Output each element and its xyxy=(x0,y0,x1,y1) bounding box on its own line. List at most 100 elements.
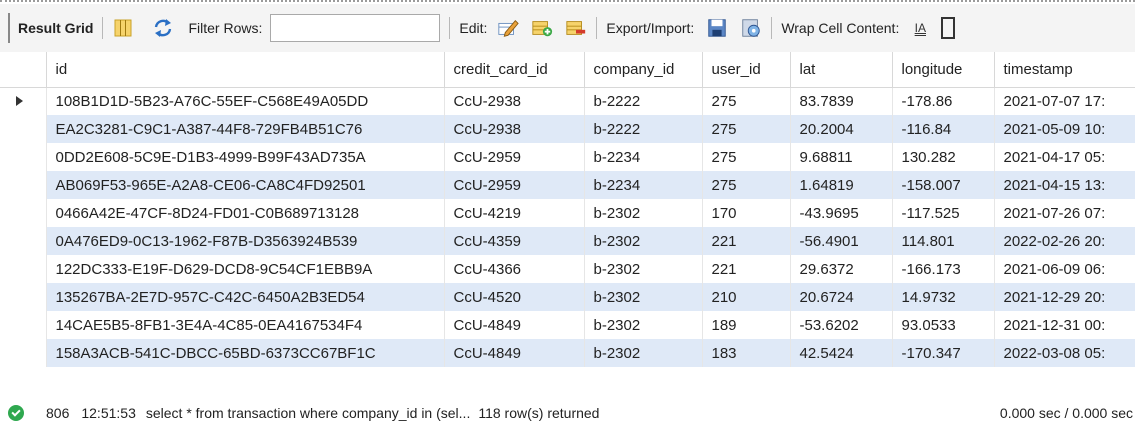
grid-layout-icon[interactable] xyxy=(112,17,134,39)
table-cell[interactable]: 275 xyxy=(702,115,791,143)
table-cell[interactable]: CcU-2938 xyxy=(444,87,585,115)
table-cell[interactable]: 20.6724 xyxy=(790,283,893,311)
table-cell[interactable]: b-2234 xyxy=(584,171,703,199)
table-cell[interactable]: b-2302 xyxy=(584,199,703,227)
table-cell[interactable]: -166.173 xyxy=(892,255,995,283)
row-marker[interactable] xyxy=(0,87,47,115)
table-cell[interactable]: 9.68811 xyxy=(790,143,893,171)
row-marker[interactable] xyxy=(0,199,47,227)
table-cell[interactable]: -158.007 xyxy=(892,171,995,199)
table-cell[interactable]: CcU-4366 xyxy=(444,255,585,283)
table-cell[interactable]: b-2302 xyxy=(584,255,703,283)
table-cell[interactable]: CcU-2938 xyxy=(444,115,585,143)
table-cell[interactable]: 2021-07-26 07: xyxy=(994,199,1135,227)
table-cell[interactable]: 221 xyxy=(702,255,791,283)
table-cell[interactable]: 275 xyxy=(702,143,791,171)
table-row[interactable]: 108B1D1D-5B23-A76C-55EF-C568E49A05DD CcU-… xyxy=(0,87,1135,115)
table-cell[interactable]: -43.9695 xyxy=(790,199,893,227)
table-cell[interactable]: b-2302 xyxy=(584,283,703,311)
column-header[interactable]: credit_card_id xyxy=(444,52,585,88)
table-cell[interactable]: CcU-2959 xyxy=(444,171,585,199)
table-cell[interactable]: 29.6372 xyxy=(790,255,893,283)
table-cell[interactable]: 189 xyxy=(702,311,791,339)
table-cell[interactable]: CcU-4849 xyxy=(444,311,585,339)
table-cell[interactable]: 0DD2E608-5C9E-D1B3-4999-B99F43AD735A xyxy=(46,143,445,171)
delete-row-icon[interactable] xyxy=(565,17,587,39)
table-cell[interactable]: CcU-4219 xyxy=(444,199,585,227)
row-marker[interactable] xyxy=(0,311,47,339)
table-cell[interactable]: AB069F53-965E-A2A8-CE06-CA8C4FD92501 xyxy=(46,171,445,199)
table-cell[interactable]: 2021-07-07 17: xyxy=(994,87,1135,115)
import-icon[interactable] xyxy=(740,17,762,39)
table-cell[interactable]: -53.6202 xyxy=(790,311,893,339)
table-cell[interactable]: 135267BA-2E7D-957C-C42C-6450A2B3ED54 xyxy=(46,283,445,311)
table-cell[interactable]: -178.86 xyxy=(892,87,995,115)
column-header[interactable]: timestamp xyxy=(994,52,1135,88)
row-marker[interactable] xyxy=(0,255,47,283)
table-cell[interactable]: 14CAE5B5-8FB1-3E4A-4C85-0EA4167534F4 xyxy=(46,311,445,339)
table-row[interactable]: 0DD2E608-5C9E-D1B3-4999-B99F43AD735A CcU-… xyxy=(0,143,1135,171)
query-action[interactable]: select * from transaction where company_… xyxy=(146,405,470,421)
result-grid-tab[interactable]: Result Grid xyxy=(18,20,93,36)
table-cell[interactable]: 158A3ACB-541C-DBCC-65BD-6373CC67BF1C xyxy=(46,339,445,367)
table-row[interactable]: AB069F53-965E-A2A8-CE06-CA8C4FD92501 CcU-… xyxy=(0,171,1135,199)
table-row[interactable]: 122DC333-E19F-D629-DCD8-9C54CF1EBB9A CcU-… xyxy=(0,255,1135,283)
table-cell[interactable]: 2021-06-09 06: xyxy=(994,255,1135,283)
edit-row-icon[interactable] xyxy=(497,17,520,39)
table-cell[interactable]: EA2C3281-C9C1-A387-44F8-729FB4B51C76 xyxy=(46,115,445,143)
table-cell[interactable]: b-2302 xyxy=(584,311,703,339)
table-cell[interactable]: -56.4901 xyxy=(790,227,893,255)
wrap-cell-icon[interactable]: IA xyxy=(911,17,929,39)
table-cell[interactable]: 122DC333-E19F-D629-DCD8-9C54CF1EBB9A xyxy=(46,255,445,283)
table-cell[interactable]: 2021-05-09 10: xyxy=(994,115,1135,143)
table-cell[interactable]: 130.282 xyxy=(892,143,995,171)
table-cell[interactable]: -170.347 xyxy=(892,339,995,367)
table-cell[interactable]: 183 xyxy=(702,339,791,367)
table-cell[interactable]: 221 xyxy=(702,227,791,255)
table-cell[interactable]: b-2302 xyxy=(584,227,703,255)
table-cell[interactable]: b-2234 xyxy=(584,143,703,171)
table-cell[interactable]: CcU-4359 xyxy=(444,227,585,255)
refresh-icon[interactable] xyxy=(152,17,174,39)
filter-rows-input[interactable] xyxy=(270,14,441,42)
table-cell[interactable]: 2022-02-26 20: xyxy=(994,227,1135,255)
table-row[interactable]: EA2C3281-C9C1-A387-44F8-729FB4B51C76 CcU-… xyxy=(0,115,1135,143)
table-cell[interactable]: 2021-04-17 05: xyxy=(994,143,1135,171)
table-cell[interactable]: 14.9732 xyxy=(892,283,995,311)
table-row[interactable]: 0466A42E-47CF-8D24-FD01-C0B689713128 CcU-… xyxy=(0,199,1135,227)
table-cell[interactable]: b-2302 xyxy=(584,339,703,367)
table-cell[interactable]: 83.7839 xyxy=(790,87,893,115)
row-marker[interactable] xyxy=(0,115,47,143)
column-header[interactable]: longitude xyxy=(892,52,995,88)
table-cell[interactable]: CcU-4849 xyxy=(444,339,585,367)
table-cell[interactable]: 210 xyxy=(702,283,791,311)
row-marker[interactable] xyxy=(0,143,47,171)
table-cell[interactable]: CcU-4520 xyxy=(444,283,585,311)
column-header[interactable]: company_id xyxy=(584,52,703,88)
row-marker[interactable] xyxy=(0,283,47,311)
row-marker[interactable] xyxy=(0,339,47,367)
column-header[interactable]: id xyxy=(46,52,445,88)
row-marker[interactable] xyxy=(0,227,47,255)
table-cell[interactable]: 0466A42E-47CF-8D24-FD01-C0B689713128 xyxy=(46,199,445,227)
column-header[interactable]: user_id xyxy=(702,52,791,88)
table-cell[interactable]: -116.84 xyxy=(892,115,995,143)
table-row[interactable]: 158A3ACB-541C-DBCC-65BD-6373CC67BF1C CcU-… xyxy=(0,339,1135,367)
table-cell[interactable]: b-2222 xyxy=(584,115,703,143)
table-cell[interactable]: 0A476ED9-0C13-1962-F87B-D3563924B539 xyxy=(46,227,445,255)
table-cell[interactable]: CcU-2959 xyxy=(444,143,585,171)
table-cell[interactable]: 2021-12-29 20: xyxy=(994,283,1135,311)
table-row[interactable]: 14CAE5B5-8FB1-3E4A-4C85-0EA4167534F4 CcU-… xyxy=(0,311,1135,339)
table-cell[interactable]: 275 xyxy=(702,171,791,199)
table-cell[interactable]: 1.64819 xyxy=(790,171,893,199)
table-cell[interactable]: 42.5424 xyxy=(790,339,893,367)
column-header[interactable]: lat xyxy=(790,52,893,88)
table-cell[interactable]: 2022-03-08 05: xyxy=(994,339,1135,367)
table-cell[interactable]: 93.0533 xyxy=(892,311,995,339)
export-icon[interactable] xyxy=(706,17,728,39)
table-row[interactable]: 135267BA-2E7D-957C-C42C-6450A2B3ED54 CcU-… xyxy=(0,283,1135,311)
table-cell[interactable]: 2021-04-15 13: xyxy=(994,171,1135,199)
table-cell[interactable]: 2021-12-31 00: xyxy=(994,311,1135,339)
add-row-icon[interactable] xyxy=(531,17,553,39)
toolbar-overflow-box[interactable] xyxy=(941,17,956,39)
